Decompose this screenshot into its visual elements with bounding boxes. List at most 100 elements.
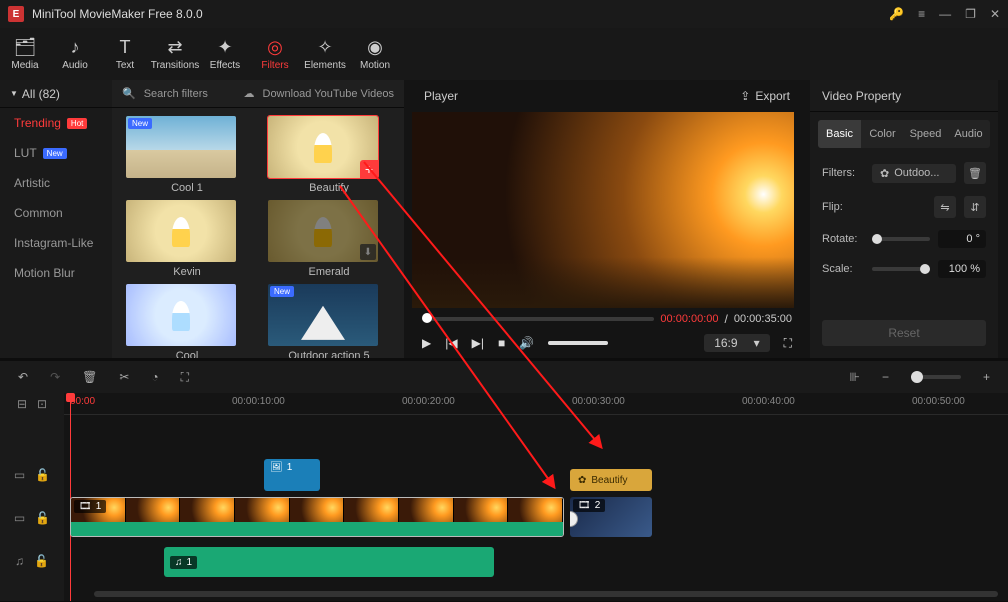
download-icon[interactable]: ⬇: [360, 244, 376, 260]
filter-card-cool-1[interactable]: NewCool 1: [126, 116, 248, 194]
app-icon: E: [8, 6, 24, 22]
video-preview[interactable]: [412, 112, 794, 308]
tab-media[interactable]: 🗂Media: [0, 28, 50, 80]
reset-button[interactable]: Reset: [822, 320, 986, 346]
play-button[interactable]: ▶: [422, 336, 431, 350]
cut-button[interactable]: ✂: [119, 370, 129, 384]
rotate-value[interactable]: 0 °: [938, 230, 986, 248]
delete-filter-button[interactable]: 🗑: [964, 162, 986, 184]
video-track-icon: ▭: [14, 511, 25, 525]
lock-icon[interactable]: 🔓: [35, 468, 50, 482]
zoom-in-button[interactable]: +: [983, 370, 990, 384]
stop-button[interactable]: ■: [498, 336, 505, 350]
video-icon: 🎞: [578, 500, 591, 511]
expand-tracks-icon[interactable]: ⊡: [37, 397, 47, 411]
delete-button[interactable]: 🗑: [82, 370, 97, 384]
sidebar-item-instagram-like[interactable]: Instagram-Like: [0, 228, 112, 258]
filter-card-cool[interactable]: Cool: [126, 284, 248, 358]
filter-card-emerald[interactable]: ⬇Emerald: [268, 200, 390, 278]
app-title: MiniTool MovieMaker Free 8.0.0: [32, 7, 889, 21]
chevron-down-icon: ▾: [754, 336, 760, 350]
close-icon[interactable]: ✕: [990, 7, 1000, 21]
scrub-bar[interactable]: [422, 317, 654, 321]
flip-vertical-button[interactable]: ⇵: [964, 196, 986, 218]
filter-chip[interactable]: ✿Outdoo...: [872, 164, 956, 183]
timeline-toolbar: ↶ ↷ 🗑 ✂ ◔ ⛶ ⊪ − +: [0, 361, 1008, 393]
lock-icon[interactable]: 🔓: [35, 511, 50, 525]
export-button[interactable]: ⇪Export: [740, 89, 790, 103]
image-clip[interactable]: 🖼1: [264, 459, 320, 491]
menu-icon[interactable]: ≡: [918, 7, 925, 21]
filter-card-kevin[interactable]: Kevin: [126, 200, 248, 278]
tab-transitions[interactable]: ⇄Transitions: [150, 28, 200, 80]
search-placeholder[interactable]: Search filters: [144, 88, 208, 100]
scale-slider[interactable]: [872, 267, 930, 271]
video-icon: 🎞: [79, 501, 92, 512]
timeline: ⊟⊡ ▭🔓 ▭🔓 ♫🔓 00:00 00:00:10:00 00:00:20:0…: [0, 393, 1008, 601]
download-icon[interactable]: ☁: [244, 87, 255, 100]
video-clip-1[interactable]: 🎞1: [70, 497, 564, 537]
prop-tab-speed[interactable]: Speed: [904, 120, 947, 148]
properties-panel: Video Property BasicColorSpeedAudio Filt…: [810, 80, 998, 358]
lock-icon[interactable]: 🔓: [34, 554, 49, 568]
download-link[interactable]: Download YouTube Videos: [263, 88, 395, 100]
tab-elements[interactable]: ✧Elements: [300, 28, 350, 80]
aspect-select[interactable]: 16:9▾: [704, 334, 769, 352]
sidebar-header[interactable]: ▼All (82): [0, 80, 112, 108]
audio-track-icon: ♫: [15, 554, 24, 568]
filters-label: Filters:: [822, 167, 864, 179]
filter-card-outdoor-action-5[interactable]: NewOutdoor action 5: [268, 284, 390, 358]
rotate-label: Rotate:: [822, 233, 864, 245]
key-icon[interactable]: 🔑: [889, 7, 904, 21]
filter-panel: 🔍 Search filters ☁ Download YouTube Vide…: [112, 80, 404, 358]
filter-icon: ✿: [880, 167, 889, 180]
search-icon[interactable]: 🔍: [122, 87, 136, 100]
add-filter-button[interactable]: +: [360, 160, 378, 178]
prev-frame-button[interactable]: |◀: [445, 336, 457, 350]
audio-clip[interactable]: ♫1: [164, 547, 494, 577]
sidebar-item-trending[interactable]: TrendingHot: [0, 108, 112, 138]
collapse-tracks-icon[interactable]: ⊟: [17, 397, 27, 411]
filter-clip[interactable]: ✿Beautify: [570, 469, 652, 491]
time-current: 00:00:00:00: [660, 313, 718, 325]
tab-motion[interactable]: ◉Motion: [350, 28, 400, 80]
redo-button[interactable]: ↷: [50, 370, 60, 384]
tab-audio[interactable]: ♪Audio: [50, 28, 100, 80]
sidebar-item-lut[interactable]: LUTNew: [0, 138, 112, 168]
prop-tab-basic[interactable]: Basic: [818, 120, 861, 148]
marker-button[interactable]: ⊪: [850, 370, 860, 384]
prop-tab-color[interactable]: Color: [861, 120, 904, 148]
video-clip-2[interactable]: 🎞2: [570, 497, 652, 537]
timeline-ruler[interactable]: 00:00 00:00:10:00 00:00:20:00 00:00:30:0…: [64, 393, 1008, 415]
sidebar-item-motion-blur[interactable]: Motion Blur: [0, 258, 112, 288]
image-icon: 🖼: [270, 462, 283, 473]
flip-label: Flip:: [822, 201, 864, 213]
filter-card-beautify[interactable]: +Beautify: [268, 116, 390, 194]
volume-icon[interactable]: 🔊: [519, 336, 534, 350]
filter-icon: ✿: [578, 475, 586, 486]
zoom-out-button[interactable]: −: [882, 370, 889, 384]
tab-text[interactable]: TText: [100, 28, 150, 80]
speed-button[interactable]: ◔: [151, 370, 158, 384]
zoom-slider[interactable]: [911, 375, 961, 379]
properties-title: Video Property: [810, 80, 998, 112]
sidebar-item-common[interactable]: Common: [0, 198, 112, 228]
tab-effects[interactable]: ✦Effects: [200, 28, 250, 80]
maximize-icon[interactable]: ❐: [965, 7, 976, 21]
transition-indicator[interactable]: [570, 511, 578, 527]
export-icon: ⇪: [740, 89, 750, 103]
rotate-slider[interactable]: [872, 237, 930, 241]
sidebar-item-artistic[interactable]: Artistic: [0, 168, 112, 198]
volume-slider[interactable]: [548, 341, 608, 345]
minimize-icon[interactable]: —: [939, 7, 951, 21]
fullscreen-button[interactable]: ⛶: [784, 336, 792, 351]
prop-tab-audio[interactable]: Audio: [947, 120, 990, 148]
music-icon: ♫: [175, 557, 183, 568]
crop-button[interactable]: ⛶: [181, 370, 189, 385]
flip-horizontal-button[interactable]: ⇋: [934, 196, 956, 218]
tab-filters[interactable]: ◎Filters: [250, 28, 300, 80]
undo-button[interactable]: ↶: [18, 370, 28, 384]
timeline-scrollbar[interactable]: [94, 591, 998, 597]
next-frame-button[interactable]: ▶|: [472, 336, 484, 350]
scale-value[interactable]: 100 %: [938, 260, 986, 278]
